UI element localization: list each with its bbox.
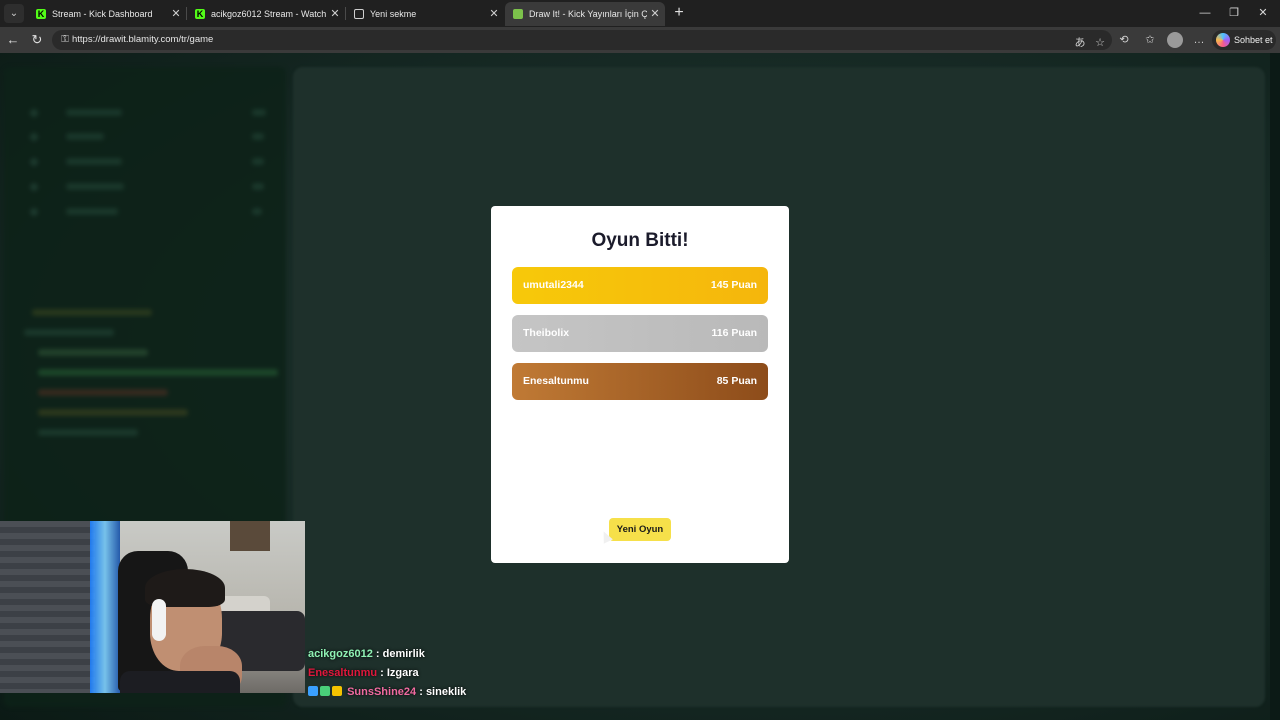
favorites-icon[interactable]: ✩ — [1140, 30, 1160, 50]
streamer-webcam — [0, 521, 305, 693]
webcam-shelf — [230, 521, 270, 551]
chat-username: Enesaltunmu — [308, 667, 378, 679]
sidebar-dot — [30, 208, 38, 216]
sidebar-line — [24, 329, 114, 336]
extensions-icon[interactable]: ⟲ — [1114, 30, 1134, 50]
kick-icon: K — [195, 9, 205, 19]
url-text[interactable]: https://drawit.blamity.com/tr/game — [72, 30, 213, 50]
tab-title: acikgoz6012 Stream - Watch Live o — [211, 9, 327, 19]
sidebar-dot — [30, 183, 38, 191]
favorite-star-icon[interactable]: ☆ — [1090, 33, 1110, 53]
stream-chat-overlay: acikgoz6012 : demirlik Enesaltunmu : Izg… — [308, 645, 708, 702]
webcam-wall — [0, 521, 95, 693]
back-arrow-icon[interactable]: ← — [3, 30, 23, 50]
sidebar-dot — [30, 133, 38, 141]
new-tab-plus-icon[interactable]: + — [670, 3, 688, 23]
sidebar-line — [252, 133, 264, 140]
sidebar-line — [252, 183, 264, 190]
result-row-third-place: Enesaltunmu 85 Puan — [512, 363, 768, 400]
player-points: 145 Puan — [710, 279, 757, 291]
webcam-streamer-body — [120, 671, 240, 693]
player-name: umutali2344 — [523, 279, 584, 291]
moderator-badge-icon — [308, 686, 318, 696]
chat-text: demirlik — [382, 648, 425, 660]
chat-button-label: Sohbet et — [1234, 35, 1273, 45]
sidebar-line — [66, 183, 124, 190]
sidebar-line — [66, 158, 122, 165]
sidebar-line — [38, 369, 278, 376]
sidebar-dot — [30, 109, 38, 117]
player-name: Theibolix — [523, 327, 570, 339]
browser-tab-bar: ⌄ K Stream - Kick Dashboard ✕ K acikgoz6… — [0, 0, 1280, 27]
tab-title: Draw It! - Kick Yayınları İçin Çizim — [529, 9, 647, 19]
close-icon[interactable]: ✕ — [329, 2, 341, 26]
sidebar-line — [32, 309, 152, 316]
close-icon[interactable]: ✕ — [649, 2, 661, 26]
chat-message: Enesaltunmu : Izgara — [308, 664, 708, 683]
sidebar-line — [66, 208, 118, 215]
chat-message: acikgoz6012 : demirlik — [308, 645, 708, 664]
reload-icon[interactable]: ↻ — [27, 30, 47, 50]
tab-new-tab[interactable]: Yeni sekme ✕ — [346, 2, 504, 26]
sidebar-line — [66, 133, 104, 140]
chat-text: Izgara — [386, 667, 419, 679]
tab-actions-menu-icon[interactable]: ⌄ — [4, 4, 24, 23]
browser-toolbar: ← ↻ ⚿ https://drawit.blamity.com/tr/game… — [0, 27, 1280, 53]
tab-title: Stream - Kick Dashboard — [52, 9, 153, 19]
minimize-icon[interactable]: — — [1190, 0, 1220, 27]
player-name: Enesaltunmu — [523, 375, 589, 387]
restore-icon[interactable]: ❐ — [1219, 0, 1249, 27]
address-bar[interactable]: ⚿ https://drawit.blamity.com/tr/game あ ☆ — [52, 30, 1112, 50]
page-scroll-edge — [1270, 53, 1280, 720]
chat-message: SunsShine24 : sineklik — [308, 683, 708, 702]
kick-icon: K — [36, 9, 46, 19]
copilot-icon — [1216, 33, 1230, 47]
game-over-modal: Oyun Bitti! umutali2344 145 Puan Theibol… — [491, 206, 789, 563]
draw-it-icon — [513, 9, 523, 19]
modal-title: Oyun Bitti! — [591, 230, 689, 251]
tab-title: Yeni sekme — [370, 9, 417, 19]
sidebar-line — [66, 109, 122, 116]
subscriber-badge-icon — [320, 686, 330, 696]
tab-draw-it[interactable]: Draw It! - Kick Yayınları İçin Çizim ✕ — [505, 2, 665, 26]
translate-icon[interactable]: あ — [1070, 33, 1090, 53]
result-row-first-place: umutali2344 145 Puan — [512, 267, 768, 304]
sidebar-dot — [30, 158, 38, 166]
player-points: 116 Puan — [711, 327, 757, 339]
more-menu-icon[interactable]: … — [1189, 30, 1209, 50]
close-icon[interactable]: ✕ — [488, 2, 500, 26]
profile-avatar-icon[interactable] — [1167, 32, 1183, 48]
chat-username: SunsShine24 — [347, 686, 417, 698]
chat-text: sineklik — [425, 686, 467, 698]
chat-username: acikgoz6012 — [308, 648, 373, 660]
tab-kick-dashboard[interactable]: K Stream - Kick Dashboard ✕ — [28, 2, 186, 26]
close-icon[interactable]: ✕ — [170, 2, 182, 26]
sidebar-line — [252, 109, 266, 116]
sidebar-line — [38, 429, 138, 436]
site-info-icon[interactable]: ⚿ — [58, 33, 72, 47]
chat-separator: : — [375, 648, 380, 660]
tab-kick-stream[interactable]: K acikgoz6012 Stream - Watch Live o ✕ — [187, 2, 345, 26]
webcam-headphones — [152, 599, 166, 641]
new-game-button[interactable]: Yeni Oyun — [609, 518, 671, 541]
window-close-icon[interactable]: ✕ — [1248, 0, 1278, 27]
sidebar-line — [252, 158, 264, 165]
webcam-led-light — [90, 521, 120, 693]
sidebar-line — [38, 389, 168, 396]
sidebar-line — [38, 409, 188, 416]
chat-separator: : — [419, 686, 423, 698]
player-points: 85 Puan — [716, 375, 757, 387]
page-icon — [354, 9, 364, 19]
copilot-chat-button[interactable]: Sohbet et — [1212, 30, 1276, 50]
result-row-second-place: Theibolix 116 Puan — [512, 315, 768, 352]
crown-badge-icon — [332, 686, 342, 696]
chat-separator: : — [380, 667, 384, 679]
sidebar-line — [252, 208, 262, 215]
sidebar-line — [38, 349, 148, 356]
